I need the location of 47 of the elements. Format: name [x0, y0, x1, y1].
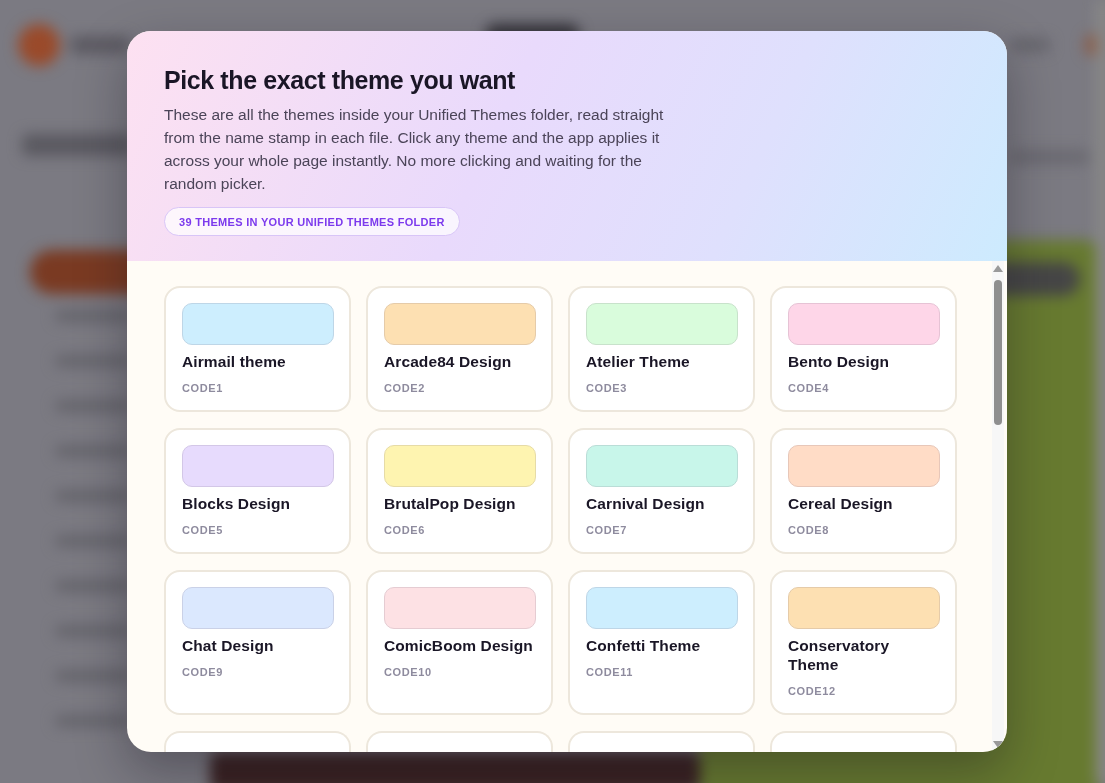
scroll-up-arrow-icon[interactable] — [993, 265, 1003, 272]
theme-card[interactable]: Chat Design CODE9 — [164, 570, 351, 715]
theme-code: CODE12 — [788, 684, 836, 698]
theme-code: CODE8 — [788, 523, 829, 537]
theme-card-edge[interactable] — [366, 731, 553, 752]
theme-card-edge[interactable] — [568, 731, 755, 752]
scrollbar[interactable] — [992, 261, 1004, 752]
theme-card[interactable]: Blocks Design CODE5 — [164, 428, 351, 554]
theme-name: Arcade84 Design — [384, 352, 512, 371]
theme-code: CODE9 — [182, 665, 223, 679]
theme-code: CODE1 — [182, 381, 223, 395]
theme-code: CODE11 — [586, 665, 633, 679]
theme-name: Confetti Theme — [586, 636, 701, 655]
theme-code: CODE7 — [586, 523, 627, 537]
theme-card[interactable]: Atelier Theme CODE3 — [568, 286, 755, 412]
theme-count-badge: 39 THEMES IN YOUR UNIFIED THEMES FOLDER — [164, 207, 460, 236]
theme-name: Airmail theme — [182, 352, 286, 371]
dialog-title: Pick the exact theme you want — [164, 65, 516, 95]
theme-code: CODE2 — [384, 381, 425, 395]
theme-card-edge[interactable] — [770, 731, 957, 752]
theme-card[interactable]: BrutalPop Design CODE6 — [366, 428, 553, 554]
theme-card-edge[interactable] — [164, 731, 351, 752]
theme-code: CODE6 — [384, 523, 425, 537]
theme-name: Conservatory Theme — [788, 636, 891, 674]
theme-name: Blocks Design — [182, 494, 291, 513]
theme-card[interactable]: Carnival Design CODE7 — [568, 428, 755, 554]
theme-card[interactable]: Bento Design CODE4 — [770, 286, 957, 412]
theme-name: Cereal Design — [788, 494, 893, 513]
theme-card[interactable]: Confetti Theme CODE11 — [568, 570, 755, 715]
theme-card[interactable]: Arcade84 Design CODE2 — [366, 286, 553, 412]
theme-name: Atelier Theme — [586, 352, 690, 371]
theme-name: Chat Design — [182, 636, 274, 655]
theme-code: CODE10 — [384, 665, 432, 679]
theme-name: Bento Design — [788, 352, 890, 371]
theme-card[interactable]: Conservatory Theme CODE12 — [770, 570, 957, 715]
theme-code: CODE3 — [586, 381, 627, 395]
dialog-description: These are all the themes inside your Unified Themes folder, read straight from the name stamp in each file. Click any theme and the app applies it across your whole page instantly. No more clicking and waiting for the random picker. — [164, 105, 665, 194]
theme-name: ComicBoom Design — [384, 636, 533, 655]
theme-code: CODE4 — [788, 381, 829, 395]
theme-card[interactable]: Airmail theme CODE1 — [164, 286, 351, 412]
theme-code: CODE5 — [182, 523, 223, 537]
scrollbar-thumb[interactable] — [994, 280, 1002, 425]
theme-card[interactable]: Cereal Design CODE8 — [770, 428, 957, 554]
theme-card[interactable]: ComicBoom Design CODE10 — [366, 570, 553, 715]
theme-name: BrutalPop Design — [384, 494, 516, 513]
theme-name: Carnival Design — [586, 494, 705, 513]
scroll-down-arrow-icon[interactable] — [993, 741, 1003, 748]
